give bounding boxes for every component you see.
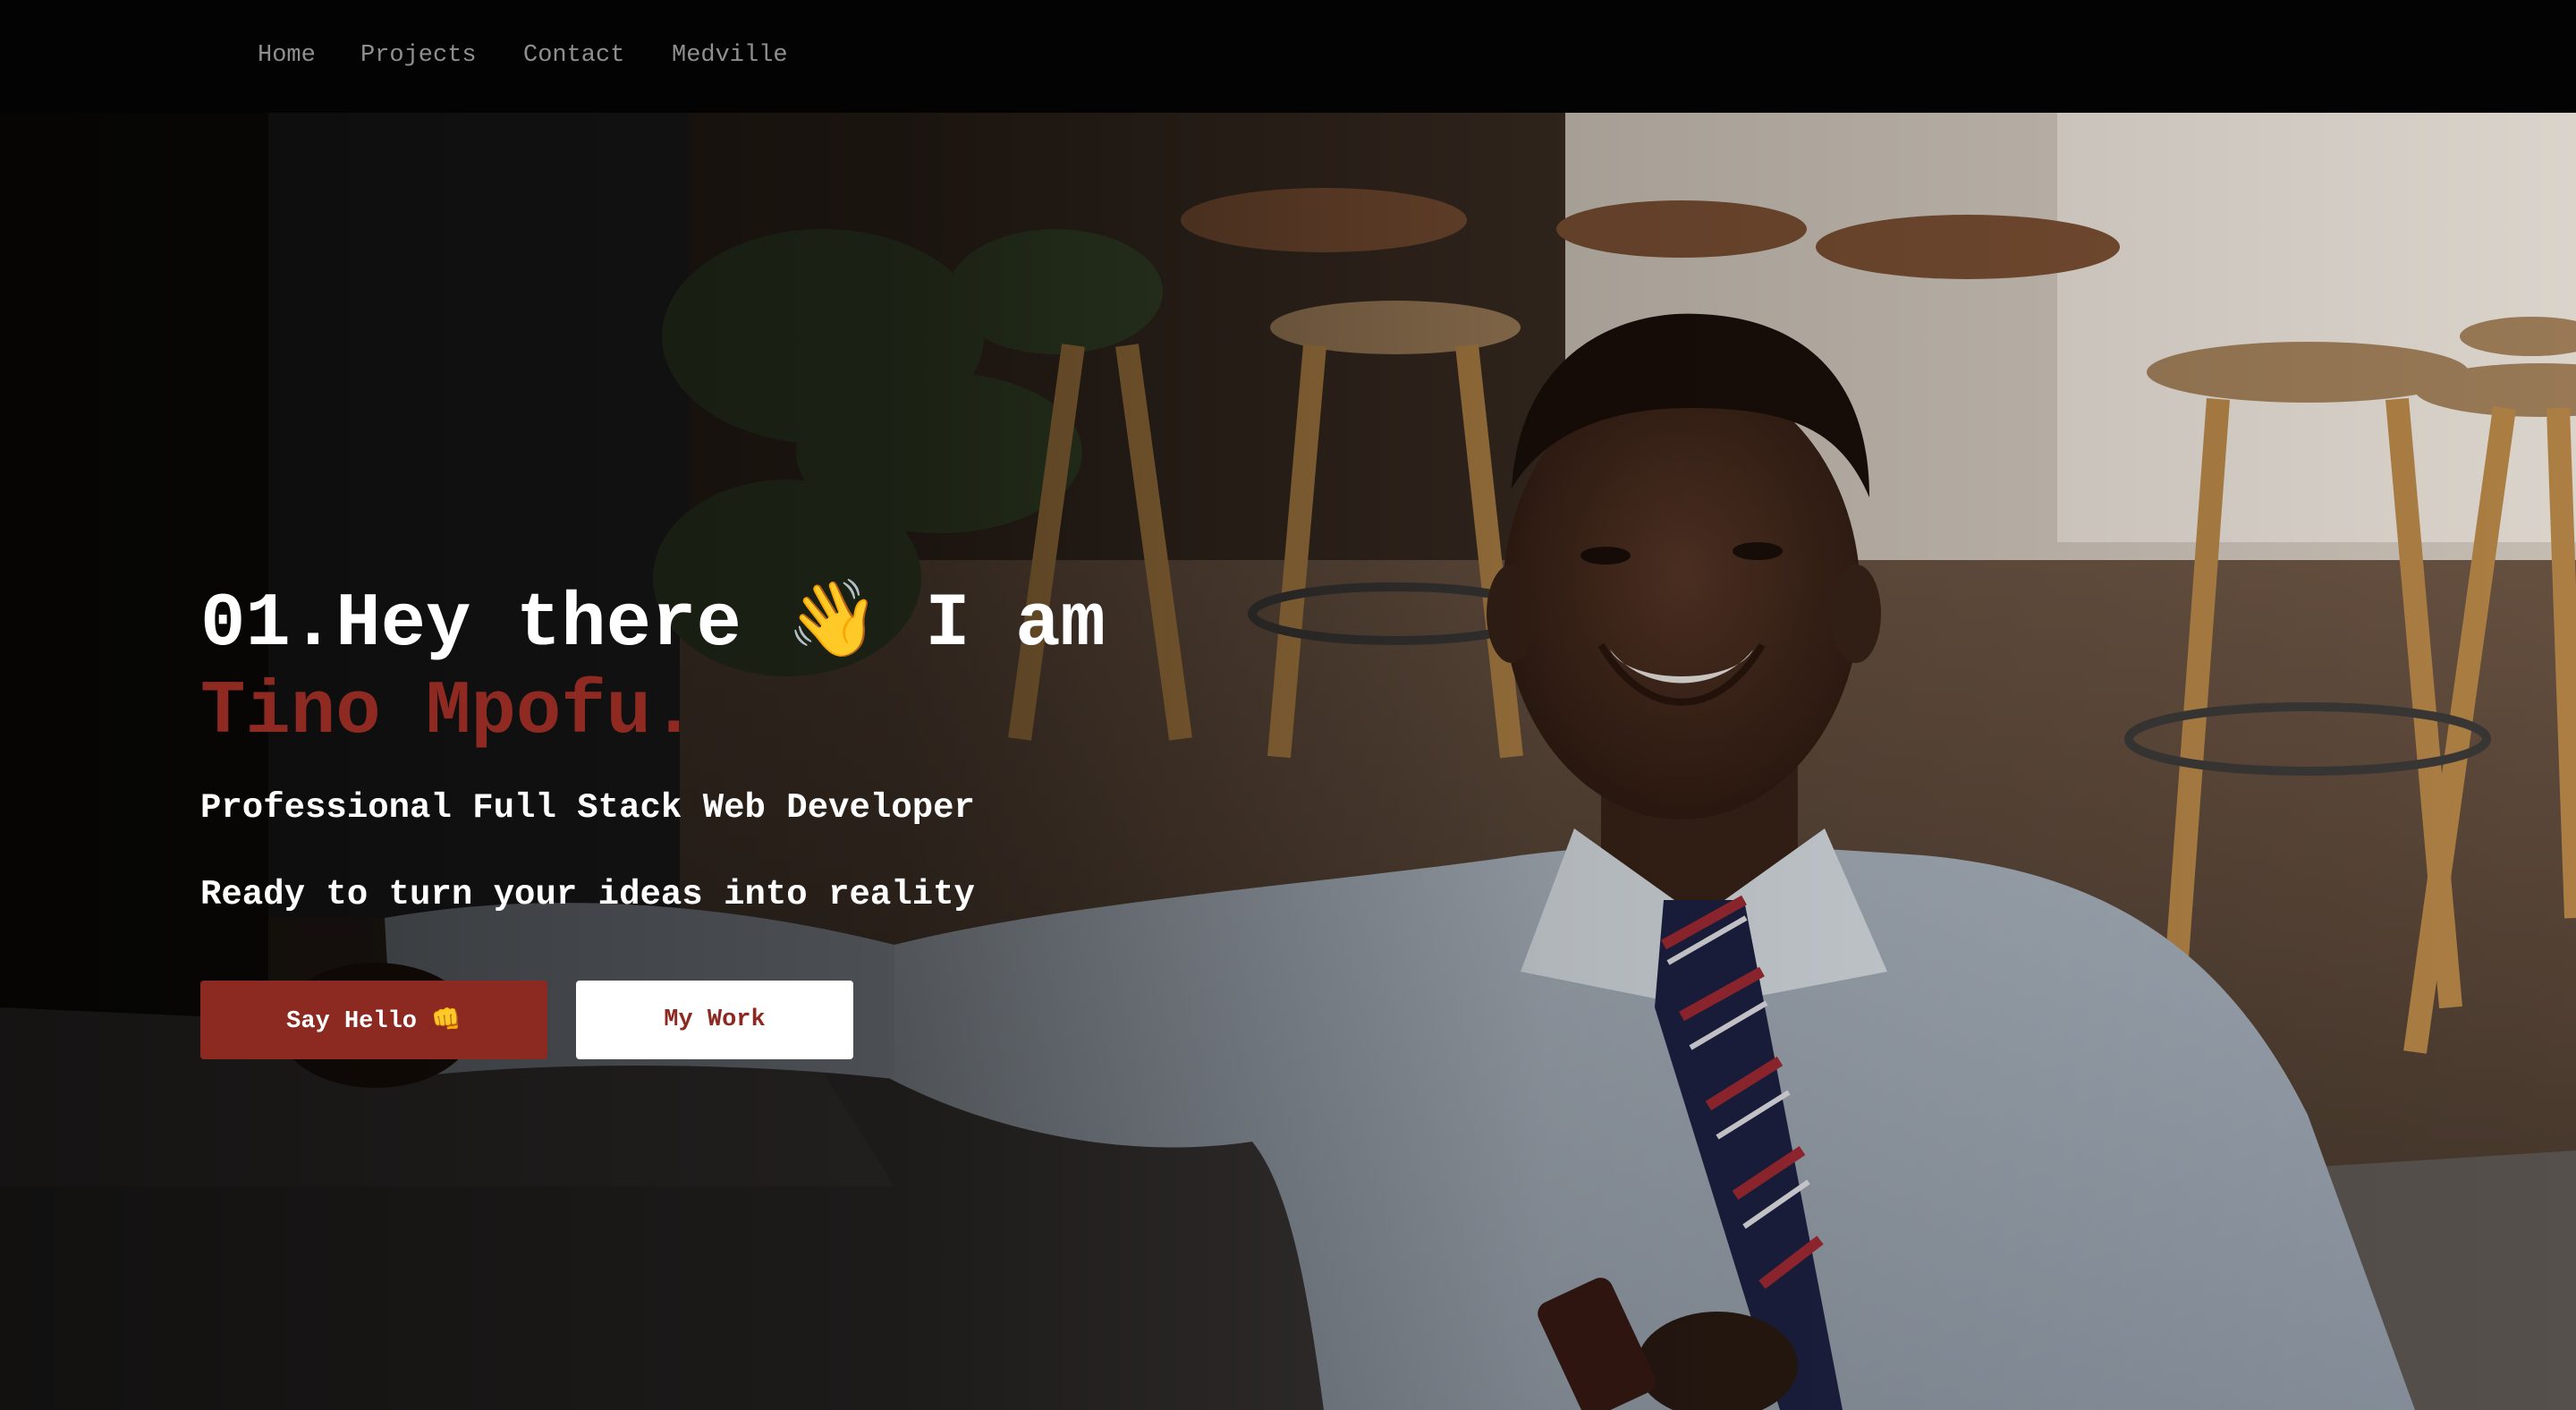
nav-link-contact[interactable]: Contact: [523, 39, 624, 72]
my-work-button[interactable]: My Work: [576, 981, 853, 1059]
hero-section: [0, 113, 2576, 1410]
hero-tagline: Ready to turn your ideas into reality: [200, 875, 975, 914]
nav-link-projects[interactable]: Projects: [360, 39, 477, 72]
headline-greeting: 01.Hey there 👋 I am: [200, 582, 1106, 667]
hero-name: Tino Mpofu.: [200, 670, 697, 755]
hero-headline: 01.Hey there 👋 I am Tino Mpofu.: [200, 582, 1106, 757]
nav-link-home[interactable]: Home: [258, 39, 316, 72]
say-hello-button[interactable]: Say Hello 👊: [200, 981, 547, 1059]
nav-link-medville[interactable]: Medville: [672, 39, 788, 72]
hero-overlay: [0, 113, 2576, 1410]
hero-subtitle: Professional Full Stack Web Developer: [200, 788, 975, 828]
top-navigation: Home Projects Contact Medville: [0, 0, 2576, 113]
